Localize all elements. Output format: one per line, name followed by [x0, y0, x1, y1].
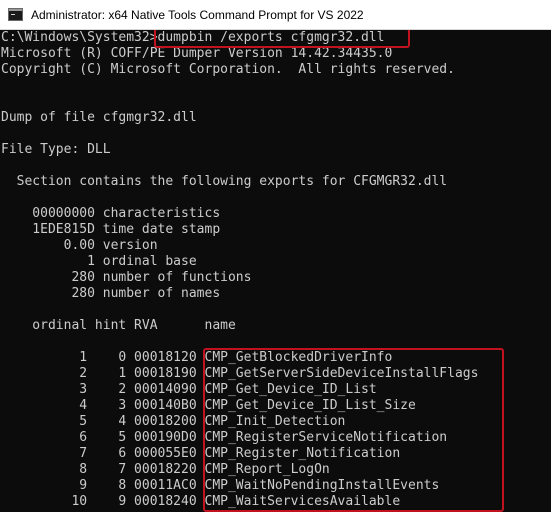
- console-window-icon[interactable]: [8, 8, 23, 21]
- header-field-line: 0.00 version: [1, 238, 158, 253]
- header-field-line: 00000000 characteristics: [1, 206, 221, 221]
- console-output[interactable]: C:\Windows\System32>dumpbin /exports cfg…: [0, 30, 551, 512]
- output-line: Microsoft (R) COFF/PE Dumper Version 14.…: [1, 46, 393, 61]
- output-line: Dump of file cfgmgr32.dll: [1, 110, 197, 125]
- header-field-line: 280 number of names: [1, 286, 221, 301]
- command-prompt-window: Administrator: x64 Native Tools Command …: [0, 0, 551, 512]
- output-line: Copyright (C) Microsoft Corporation. All…: [1, 62, 455, 77]
- header-field-line: 1 ordinal base: [1, 254, 197, 269]
- export-table-header: ordinal hint RVA name: [1, 318, 236, 333]
- header-field-line: 280 number of functions: [1, 270, 252, 285]
- window-title: Administrator: x64 Native Tools Command …: [31, 7, 364, 22]
- header-field-line: 1EDE815D time date stamp: [1, 222, 221, 237]
- export-names-highlight-box: [203, 348, 504, 512]
- title-bar[interactable]: Administrator: x64 Native Tools Command …: [0, 0, 551, 30]
- output-line: File Type: DLL: [1, 142, 111, 157]
- command-highlight-box: [154, 30, 410, 48]
- output-line: Section contains the following exports f…: [1, 174, 448, 189]
